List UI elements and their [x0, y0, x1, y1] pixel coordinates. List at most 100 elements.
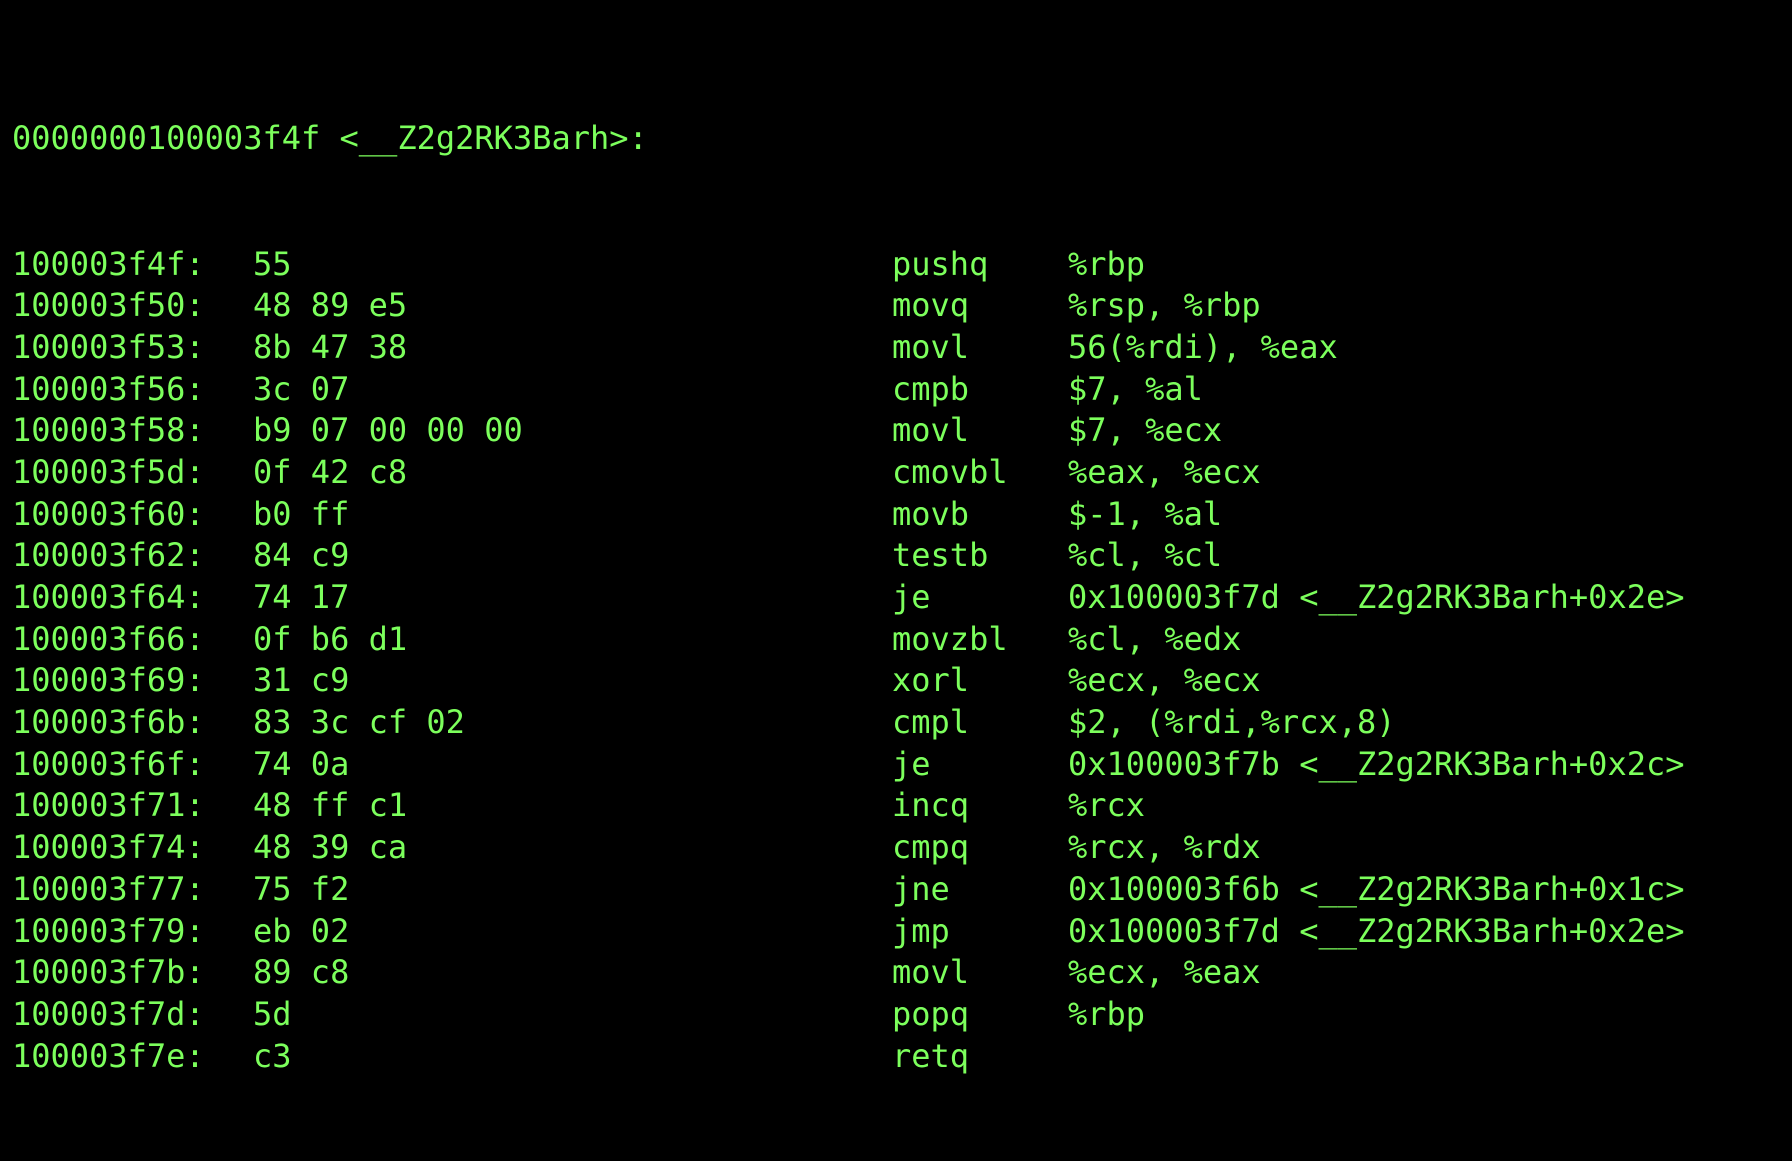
instruction-line: 100003f74: 48 39 ca cmpq %rcx, %rdx: [12, 827, 1261, 869]
instruction-line: 100003f5d: 0f 42 c8 cmovbl %eax, %ecx: [12, 452, 1261, 494]
instruction-line: 100003f56: 3c 07 cmpb $7, %al: [12, 369, 1203, 411]
instruction-mnemonic: pushq: [892, 244, 989, 283]
instruction-line: 100003f60: b0 ff movb $-1, %al: [12, 494, 1222, 536]
instruction-operands: $-1, %al: [1068, 494, 1223, 533]
instruction-bytes: eb 02: [253, 911, 350, 950]
instruction-operands: %eax, %ecx: [1068, 452, 1261, 491]
instruction-address: 100003f77:: [12, 869, 205, 908]
instruction-address: 100003f7d:: [12, 994, 205, 1033]
instruction-address: 100003f62:: [12, 536, 205, 575]
instruction-mnemonic: testb: [892, 536, 989, 575]
instruction-operands: $7, %ecx: [1068, 411, 1223, 450]
instruction-address: 100003f69:: [12, 661, 205, 700]
instruction-operands: $2, (%rdi,%rcx,8): [1068, 703, 1396, 742]
instruction-bytes: c3: [253, 1036, 292, 1075]
instruction-bytes: 83 3c cf 02: [253, 703, 465, 742]
instruction-address: 100003f58:: [12, 411, 205, 450]
instruction-line: 100003f7b: 89 c8 movl %ecx, %eax: [12, 952, 1261, 994]
instruction-mnemonic: xorl: [892, 661, 970, 700]
instruction-address: 100003f79:: [12, 911, 205, 950]
instruction-bytes: 8b 47 38: [253, 327, 408, 366]
disassembly-listing: 0000000100003f4f <__Z2g2RK3Barh>: 100003…: [12, 35, 1685, 1161]
instruction-bytes: 89 c8: [253, 953, 350, 992]
instruction-mnemonic: movb: [892, 494, 970, 533]
instruction-mnemonic: movq: [892, 286, 970, 325]
instruction-line: 100003f50: 48 89 e5 movq %rsp, %rbp: [12, 285, 1261, 327]
instruction-mnemonic: jne: [892, 869, 950, 908]
instruction-mnemonic: cmovbl: [892, 452, 1008, 491]
instruction-line: 100003f58: b9 07 00 00 00 movl $7, %ecx: [12, 410, 1222, 452]
instruction-operands: %cl, %edx: [1068, 619, 1242, 658]
instruction-mnemonic: cmpl: [892, 703, 970, 742]
instruction-line: 100003f62: 84 c9 testb %cl, %cl: [12, 535, 1222, 577]
instruction-operands: %cl, %cl: [1068, 536, 1223, 575]
instruction-bytes: 0f 42 c8: [253, 452, 408, 491]
instruction-mnemonic: je: [892, 578, 931, 616]
instruction-mnemonic: popq: [892, 994, 970, 1033]
instruction-mnemonic: movl: [892, 327, 970, 366]
instruction-bytes: b9 07 00 00 00: [253, 411, 523, 450]
instruction-bytes: 48 ff c1: [253, 786, 408, 825]
instruction-line: 100003f6b: 83 3c cf 02 cmpl $2, (%rdi,%rcx,…: [12, 702, 1396, 744]
instruction-line: 100003f7d: 5d popq %rbp: [12, 994, 1145, 1036]
instruction-operands: 0x100003f7d <__Z2g2RK3Barh+0x2e>: [1068, 578, 1685, 616]
instruction-address: 100003f71:: [12, 786, 205, 825]
instruction-operands: %rsp, %rbp: [1068, 286, 1261, 325]
instruction-mnemonic: movl: [892, 411, 970, 450]
instruction-address: 100003f6b:: [12, 703, 205, 742]
instruction-address: 100003f56:: [12, 369, 205, 408]
instruction-address: 100003f60:: [12, 494, 205, 533]
instruction-address: 100003f7e:: [12, 1036, 205, 1075]
instruction-address: 100003f66:: [12, 619, 205, 658]
instruction-line: 100003f77: 75 f2 jne 0x100003f6b <__Z2g2RK3…: [12, 869, 1685, 911]
instruction-address: 100003f6f:: [12, 744, 205, 783]
instruction-operands: 56(%rdi), %eax: [1068, 327, 1338, 366]
instruction-line: 100003f6f: 74 0a je 0x100003f7b <__Z2g2RK3B…: [12, 744, 1685, 786]
instruction-bytes: 55: [253, 244, 292, 283]
instruction-mnemonic: je: [892, 744, 931, 783]
instruction-operands: %rcx, %rdx: [1068, 828, 1261, 867]
instruction-bytes: b0 ff: [253, 494, 350, 533]
instruction-address: 100003f4f:: [12, 244, 205, 283]
instruction-list: 100003f4f: 55 pushq %rbp 100003f50: 48 89 e5 m…: [12, 244, 1685, 1078]
instruction-operands: 0x100003f7b <__Z2g2RK3Barh+0x2c>: [1068, 744, 1685, 783]
instruction-line: 100003f79: eb 02 jmp 0x100003f7d <__Z2g2RK3…: [12, 911, 1685, 953]
instruction-line: 100003f53: 8b 47 38 movl 56(%rdi), %eax: [12, 327, 1338, 369]
instruction-mnemonic: retq: [892, 1036, 970, 1075]
instruction-bytes: 48 39 ca: [253, 828, 408, 867]
instruction-line: 100003f64: 74 17 je 0x100003f7d <__Z2g2RK3B…: [12, 577, 1685, 619]
instruction-bytes: 3c 07: [253, 369, 350, 408]
instruction-operands: $7, %al: [1068, 369, 1203, 408]
instruction-line: 100003f71: 48 ff c1 incq %rcx: [12, 785, 1145, 827]
instruction-operands: 0x100003f7d <__Z2g2RK3Barh+0x2e>: [1068, 911, 1685, 950]
instruction-operands: 0x100003f6b <__Z2g2RK3Barh+0x1c>: [1068, 869, 1685, 908]
instruction-address: 100003f64:: [12, 578, 205, 616]
instruction-mnemonic: incq: [892, 786, 970, 825]
instruction-mnemonic: jmp: [892, 911, 950, 950]
instruction-bytes: 74 17: [253, 578, 350, 616]
instruction-bytes: 75 f2: [253, 869, 350, 908]
instruction-bytes: 74 0a: [253, 744, 350, 783]
instruction-address: 100003f74:: [12, 828, 205, 867]
instruction-mnemonic: cmpq: [892, 828, 970, 867]
instruction-operands: %rcx: [1068, 786, 1146, 825]
instruction-address: 100003f50:: [12, 286, 205, 325]
instruction-operands: %rbp: [1068, 994, 1146, 1033]
function-header: 0000000100003f4f <__Z2g2RK3Barh>:: [12, 119, 648, 158]
instruction-address: 100003f7b:: [12, 953, 205, 992]
instruction-address: 100003f53:: [12, 327, 205, 366]
instruction-mnemonic: cmpb: [892, 369, 970, 408]
instruction-mnemonic: movzbl: [892, 619, 1008, 658]
instruction-bytes: 31 c9: [253, 661, 350, 700]
instruction-line: 100003f7e: c3 retq: [12, 1036, 969, 1078]
instruction-line: 100003f66: 0f b6 d1 movzbl %cl, %edx: [12, 619, 1241, 661]
instruction-mnemonic: movl: [892, 953, 970, 992]
instruction-operands: %ecx, %eax: [1068, 953, 1261, 992]
instruction-line: 100003f4f: 55 pushq %rbp: [12, 244, 1145, 286]
instruction-operands: %ecx, %ecx: [1068, 661, 1261, 700]
terminal-window: 0000000100003f4f <__Z2g2RK3Barh>: 100003…: [0, 0, 1792, 1075]
instruction-line: 100003f69: 31 c9 xorl %ecx, %ecx: [12, 660, 1261, 702]
instruction-address: 100003f5d:: [12, 452, 205, 491]
instruction-bytes: 48 89 e5: [253, 286, 408, 325]
instruction-bytes: 0f b6 d1: [253, 619, 408, 658]
